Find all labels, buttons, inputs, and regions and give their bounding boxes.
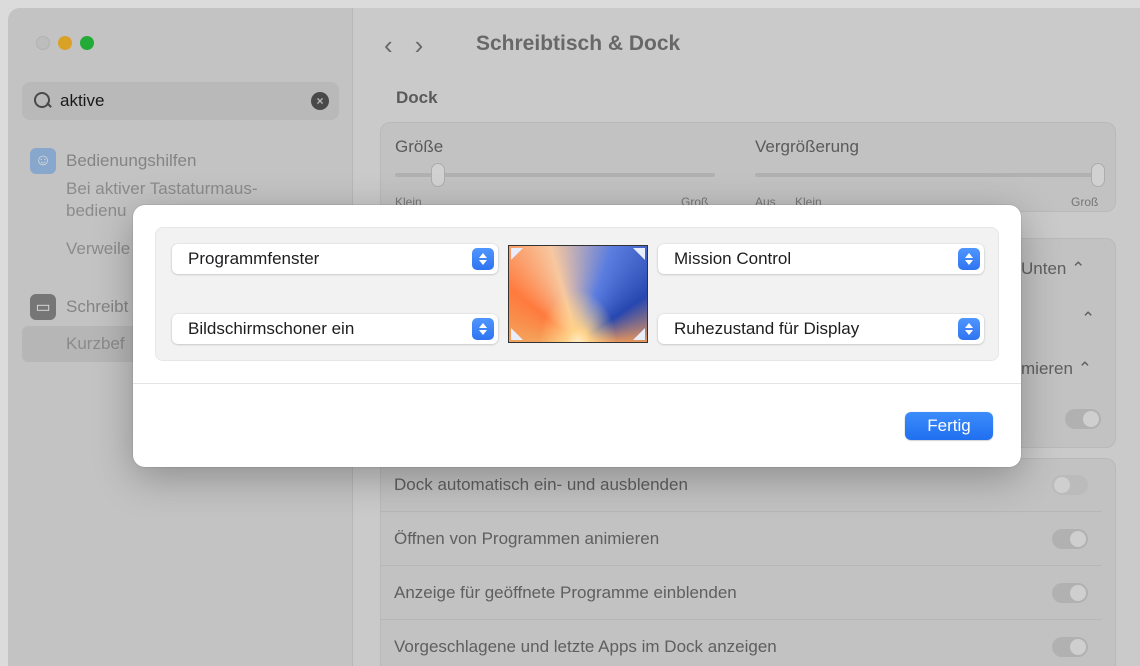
bottom-left-corner-popup[interactable]: Bildschirmschoner ein: [172, 314, 498, 344]
top-left-corner-popup[interactable]: Programmfenster: [172, 244, 498, 274]
top-right-corner-marker: [633, 248, 645, 260]
popup-chevron-icon: [472, 318, 494, 340]
hot-corners-sheet: Programmfenster Mission Control Bildschi…: [133, 205, 1021, 467]
top-left-corner-marker: [511, 248, 523, 260]
hot-corners-panel: Programmfenster Mission Control Bildschi…: [155, 227, 999, 361]
top-right-corner-popup[interactable]: Mission Control: [658, 244, 984, 274]
bottom-right-corner-popup[interactable]: Ruhezustand für Display: [658, 314, 984, 344]
desktop-preview-image: [508, 245, 648, 343]
bottom-left-corner-marker: [511, 328, 523, 340]
popup-chevron-icon: [958, 248, 980, 270]
popup-chevron-icon: [958, 318, 980, 340]
done-button[interactable]: Fertig: [905, 412, 993, 440]
bottom-right-corner-marker: [633, 328, 645, 340]
sheet-divider: [133, 383, 1021, 384]
popup-chevron-icon: [472, 248, 494, 270]
